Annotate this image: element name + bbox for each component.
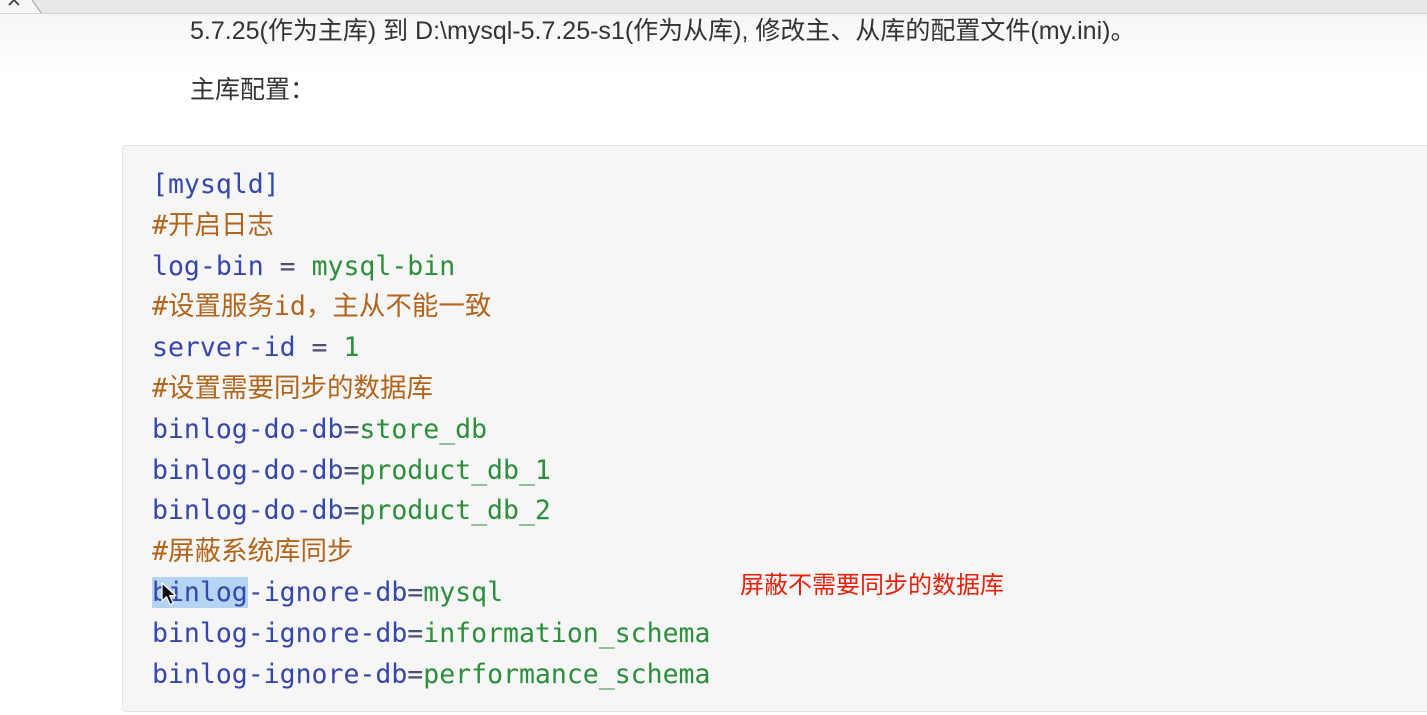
setting-key: binlog-do-db — [152, 413, 344, 445]
intro-paragraph: 5.7.25(作为主库) 到 D:\mysql-5.7.25-s1(作为从库),… — [190, 17, 1136, 45]
setting-key: server-id — [152, 332, 296, 364]
code-line: server-id = 1 — [152, 328, 710, 369]
annotation-note: 屏蔽不需要同步的数据库 — [740, 572, 1004, 599]
code-comment: #屏蔽系统库同步 — [152, 536, 354, 568]
setting-operator: = — [263, 250, 312, 282]
setting-value: performance_schema — [423, 658, 711, 690]
code-line: #屏蔽系统库同步 — [152, 532, 710, 573]
code-line: binlog-ignore-db=mysql — [152, 573, 710, 614]
code-line: binlog-do-db=product_db_2 — [152, 491, 710, 532]
ini-section-header: [mysqld] — [152, 169, 280, 200]
section-heading: 主库配置： — [190, 76, 316, 104]
setting-value: mysql-bin — [311, 250, 456, 282]
setting-operator: = — [343, 454, 360, 486]
setting-value: product_db_1 — [359, 454, 551, 486]
code-line: log-bin = mysql-bin — [152, 247, 710, 288]
setting-key: binlog-do-db — [152, 495, 344, 527]
code-comment: #开启日志 — [152, 209, 274, 241]
tab-bar — [0, 0, 1427, 14]
code-comment: #设置需要同步的数据库 — [152, 372, 433, 404]
mouse-pointer-icon — [161, 582, 179, 606]
setting-operator: = — [407, 617, 424, 649]
code-line: binlog-ignore-db=information_schema — [152, 614, 710, 655]
code-block[interactable]: [mysqld] #开启日志 log-bin = mysql-bin #设置服务… — [122, 145, 1427, 712]
code-line: #设置服务id，主从不能一致 — [152, 287, 710, 328]
setting-operator: = — [407, 576, 424, 608]
code-line: #设置需要同步的数据库 — [152, 369, 710, 410]
code-line: binlog-do-db=product_db_1 — [152, 451, 710, 492]
setting-value: information_schema — [423, 617, 711, 649]
setting-key: binlog-ignore-db — [152, 617, 408, 649]
setting-key: log-bin — [152, 250, 264, 282]
setting-value: 1 — [343, 332, 360, 364]
code-line: binlog-do-db=store_db — [152, 410, 710, 451]
setting-operator: = — [343, 413, 360, 445]
setting-key: binlog-do-db — [152, 454, 344, 486]
setting-operator: = — [407, 658, 424, 690]
setting-operator: = — [343, 495, 360, 527]
setting-key: -ignore-db — [247, 576, 408, 608]
setting-operator: = — [295, 332, 344, 364]
code-lines: [mysqld] #开启日志 log-bin = mysql-bin #设置服务… — [152, 165, 710, 695]
setting-value: mysql — [423, 576, 504, 608]
code-line: #开启日志 — [152, 206, 710, 247]
code-comment: #设置服务id，主从不能一致 — [152, 291, 492, 323]
setting-value: product_db_2 — [359, 495, 551, 527]
setting-key: binlog-ignore-db — [152, 658, 408, 690]
close-icon[interactable] — [7, 0, 21, 7]
code-line: binlog-ignore-db=performance_schema — [152, 655, 710, 696]
setting-value: store_db — [359, 413, 488, 445]
code-line: [mysqld] — [152, 165, 710, 206]
